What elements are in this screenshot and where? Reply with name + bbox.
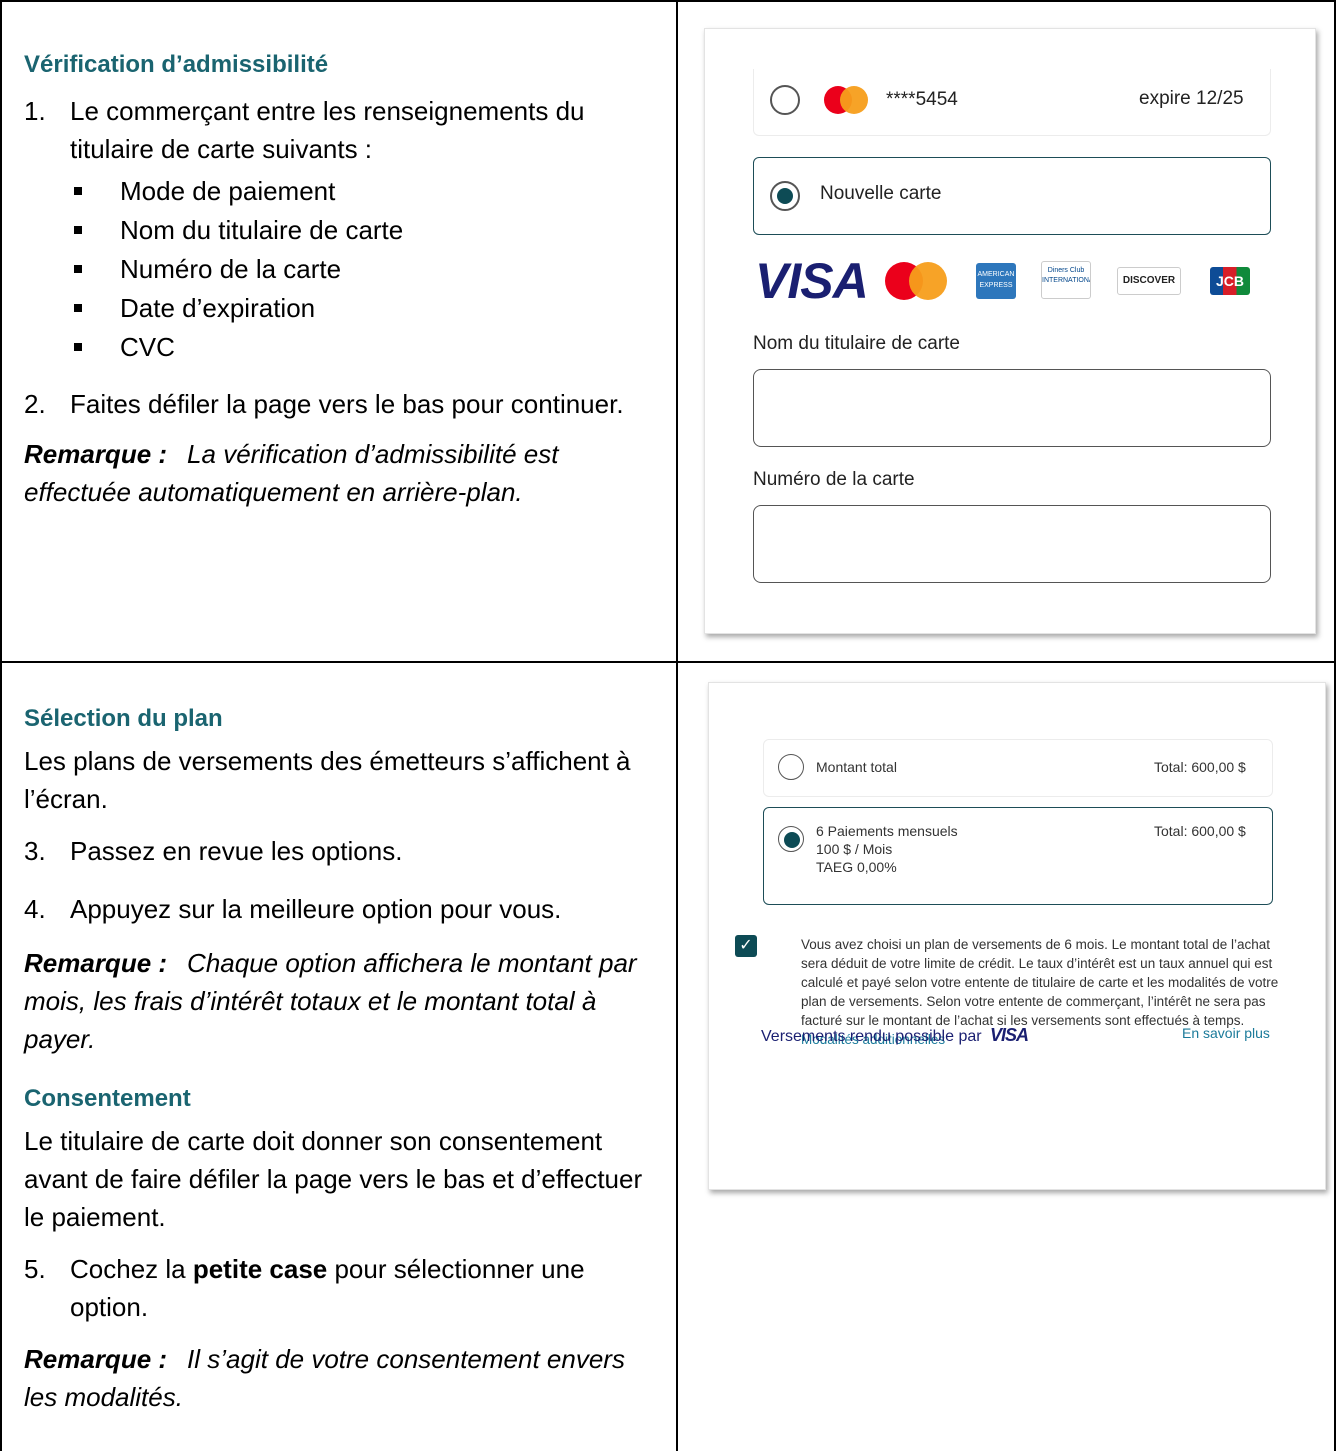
step-number: 2. [24,389,46,419]
step-item: 1. Le commerçant entre les renseignement… [24,92,654,367]
steps-list: 1. Le commerçant entre les renseignement… [24,92,654,423]
field-item: Numéro de la carte [70,250,654,289]
consent-checkbox[interactable]: ✓ [735,935,757,957]
name-input[interactable] [753,369,1271,447]
section-title: Vérification d’admissibilité [24,51,329,78]
note: Remarque : Il s’agit de votre consentemen… [24,1340,654,1416]
note: Remarque : Chaque option affichera le mon… [24,944,654,1058]
option-total: Total: 600,00 $ [1154,759,1246,775]
plan-selection-section: Sélection du plan Les plans de versement… [24,704,654,1416]
saved-card-expiry: expire 12/25 [1139,88,1244,109]
option-total: Total: 600,00 $ [1154,823,1246,839]
step-text-before: Cochez la [70,1254,193,1284]
radio-unselected[interactable] [778,754,804,780]
new-card-option[interactable]: Nouvelle carte [753,157,1271,235]
mastercard-icon [824,86,868,114]
mastercard-logo [885,262,947,300]
radio-unselected[interactable] [770,85,800,115]
note-label: Remarque : [24,439,168,469]
consent-text: Vous avez choisi un plan de versements d… [801,937,1279,1028]
field-item: Nom du titulaire de carte [70,211,654,250]
step-number: 1. [24,96,46,126]
option-label: Montant total [816,759,897,775]
card-number-field-label: Numéro de la carte [753,469,915,490]
learn-more-link[interactable]: En savoir plus [1182,1025,1270,1041]
visa-logo: VISA [755,253,869,309]
option-taeg: TAEG 0,00% [816,859,897,875]
intro-text: Les plans de versements des émetteurs s’… [24,746,631,814]
diners-club-logo: Diners Club INTERNATIONAL [1041,261,1091,299]
field-item: CVC [70,328,654,367]
powered-by: Versements rendu possible par VISA [761,1025,1029,1046]
option-label: 6 Paiements mensuels [816,823,958,839]
step-item: 5. Cochez la petite case pour sélectionne… [24,1250,654,1326]
table-border-top [0,0,1336,2]
plan-option-full[interactable]: Montant total Total: 600,00 $ [763,739,1273,797]
steps-list: 3. Passez en revue les options. 4. Appuyez… [24,832,654,928]
card-number-input[interactable] [753,505,1271,583]
note-label: Remarque : [24,1344,168,1374]
field-item: Date d’expiration [70,289,654,328]
step-number: 5. [24,1254,46,1284]
table-column-divider [676,0,678,1451]
option-monthly: 100 $ / Mois [816,841,893,857]
step-item: 2. Faites défiler la page vers le bas po… [24,385,654,423]
new-card-label: Nouvelle carte [820,183,942,204]
visa-logo: VISA [990,1025,1029,1045]
radio-selected[interactable] [778,826,804,852]
step-text-bold: petite case [192,1254,328,1284]
field-list: Mode de paiement Nom du titulaire de car… [70,172,654,367]
field-item: Mode de paiement [70,172,654,211]
consent-intro-text: Le titulaire de carte doit donner son co… [24,1126,643,1232]
step-text: Faites défiler la page vers le bas pour … [70,389,624,419]
step-text: Le commerçant entre les renseignements d… [70,96,585,164]
powered-by-text: Versements rendu possible par [761,1028,982,1045]
plan-option-monthly[interactable]: 6 Paiements mensuels 100 $ / Mois TAEG 0… [763,807,1273,905]
amex-logo: AMERICAN EXPRESS [976,263,1016,299]
step-item: 4. Appuyez sur la meilleure option pour v… [24,890,654,928]
section-title: Sélection du plan [24,705,223,732]
note: Remarque : La vérification d’admissibilit… [24,435,654,511]
name-field-label: Nom du titulaire de carte [753,333,960,354]
eligibility-section: Vérification d’admissibilité 1. Le comme… [24,50,654,511]
plan-form-screenshot: Montant total Total: 600,00 $ 6 Paiement… [708,682,1326,1190]
step-item: 3. Passez en revue les options. [24,832,654,870]
step-text: Passez en revue les options. [70,836,403,866]
radio-selected[interactable] [770,181,800,211]
discover-logo: DISCOVER [1117,267,1181,295]
jcb-logo: JCB [1210,267,1250,295]
consent-section-title: Consentement [24,1085,191,1112]
saved-card-option[interactable]: ****5454 expire 12/25 [753,69,1271,136]
step-number: 4. [24,894,46,924]
note-label: Remarque : [24,948,168,978]
step-number: 3. [24,836,46,866]
table-row-divider [0,661,1336,663]
steps-list: 5. Cochez la petite case pour sélectionne… [24,1250,654,1326]
table-border-left [0,0,2,1451]
step-text: Appuyez sur la meilleure option pour vou… [70,894,562,924]
saved-card-number: ****5454 [886,89,958,110]
card-form-screenshot: ****5454 expire 12/25 Nouvelle carte VIS… [704,28,1316,634]
